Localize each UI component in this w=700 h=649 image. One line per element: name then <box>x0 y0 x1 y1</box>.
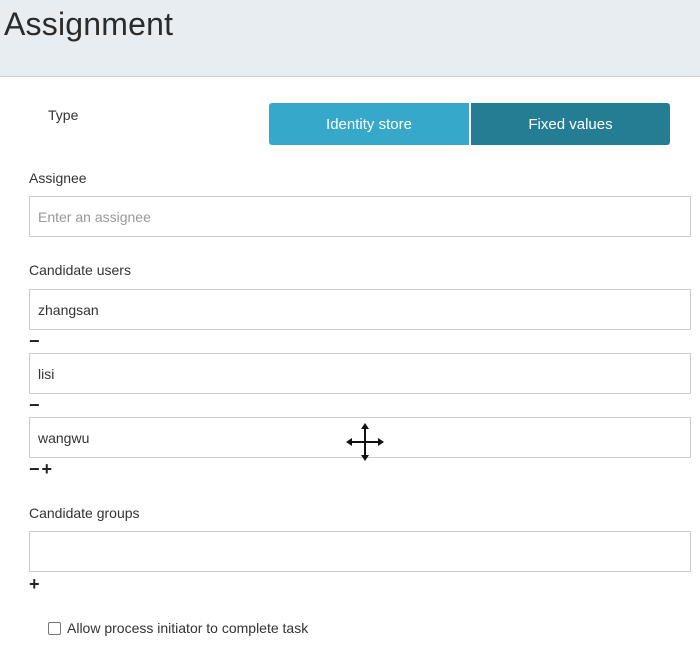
type-label: Type <box>48 107 79 123</box>
identity-store-button[interactable]: Identity store <box>269 103 469 145</box>
initiator-complete-checkbox[interactable] <box>48 621 61 635</box>
candidate-user-input-1[interactable] <box>29 289 691 330</box>
candidate-user-controls-2: − <box>29 396 42 414</box>
candidate-user-input-2[interactable] <box>29 353 691 394</box>
add-candidate-user-button[interactable]: + <box>42 460 53 478</box>
header-bar: Assignment <box>0 0 700 77</box>
move-cursor-icon <box>346 423 384 461</box>
remove-candidate-user-button-1[interactable]: − <box>29 332 40 350</box>
fixed-values-button[interactable]: Fixed values <box>471 103 670 145</box>
remove-candidate-user-button-2[interactable]: − <box>29 396 40 414</box>
candidate-user-controls-1: − <box>29 332 42 350</box>
candidate-group-controls: + <box>29 575 42 593</box>
candidate-groups-label: Candidate groups <box>29 505 140 521</box>
page-title: Assignment <box>4 6 174 42</box>
candidate-user-controls-3: − + <box>29 460 54 478</box>
assignee-input[interactable] <box>29 196 691 237</box>
candidate-group-input-1[interactable] <box>29 531 691 572</box>
initiator-complete-option[interactable]: Allow process initiator to complete task <box>48 620 308 636</box>
initiator-complete-label: Allow process initiator to complete task <box>67 620 309 636</box>
candidate-users-label: Candidate users <box>29 262 131 278</box>
add-candidate-group-button[interactable]: + <box>29 575 40 593</box>
assignee-label: Assignee <box>29 170 87 186</box>
remove-candidate-user-button-3[interactable]: − <box>29 460 40 478</box>
